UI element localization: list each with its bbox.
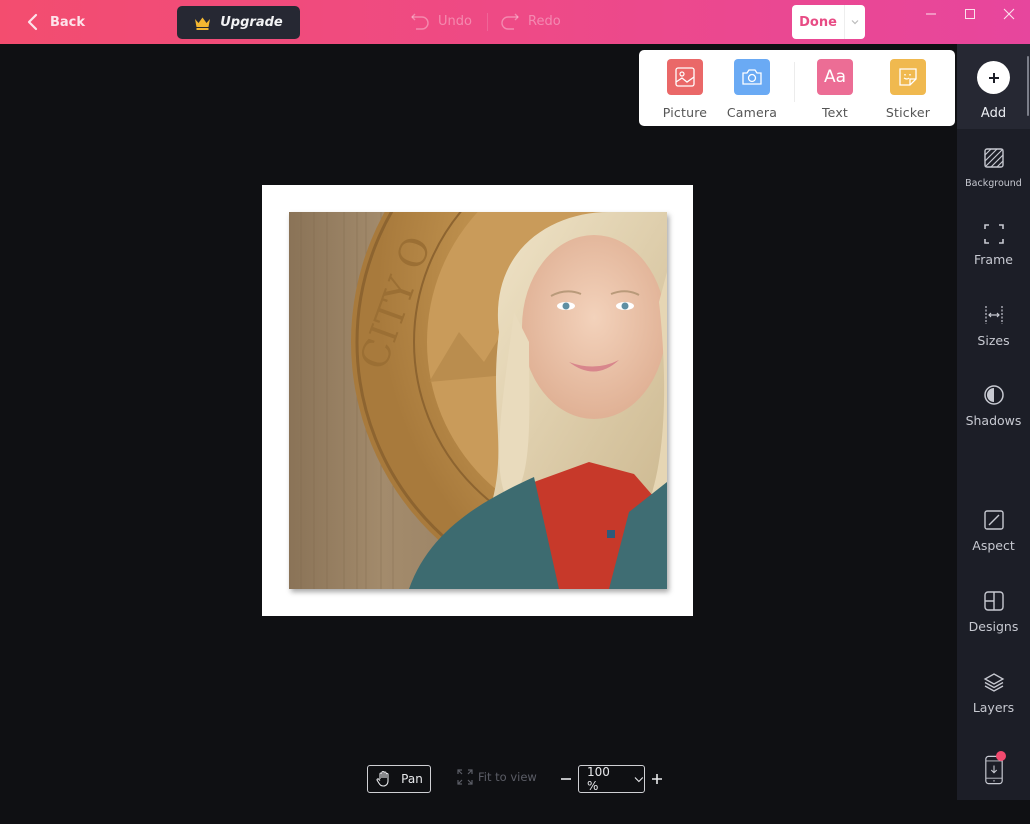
sticker-icon [890, 59, 926, 95]
sizes-label: Sizes [977, 333, 1010, 348]
add-picture-button[interactable]: Picture [650, 59, 720, 120]
divider [487, 13, 488, 31]
zoom-level-select[interactable]: 100 % [578, 765, 645, 793]
sticker-label: Sticker [885, 105, 931, 120]
camera-icon [734, 59, 770, 95]
undo-icon [411, 13, 429, 30]
plus-circle-icon [977, 61, 1010, 94]
close-button[interactable] [998, 6, 1020, 22]
add-camera-button[interactable]: Camera [717, 59, 787, 120]
sizes-icon [985, 306, 1003, 324]
aspect-label: Aspect [972, 538, 1015, 553]
done-dropdown-button[interactable] [844, 5, 865, 39]
sidebar-item-frame[interactable]: Frame [957, 223, 1030, 293]
close-icon [1003, 8, 1015, 20]
chevron-down-icon [634, 776, 644, 782]
zoom-in-button[interactable] [649, 768, 665, 790]
portrait-image: CITY O [289, 212, 667, 589]
frame-label: Frame [974, 252, 1013, 267]
notification-badge [996, 751, 1006, 761]
upgrade-label: Upgrade [220, 15, 283, 30]
redo-label: Redo [528, 13, 561, 29]
redo-button[interactable]: Redo [500, 11, 561, 31]
sidebar-scrollbar[interactable] [1027, 56, 1029, 116]
pan-label: Pan [401, 772, 423, 786]
zoom-level-value: 100 % [587, 765, 610, 793]
sidebar-item-sizes[interactable]: Sizes [957, 304, 1030, 374]
designs-icon [984, 591, 1004, 611]
minimize-button[interactable] [920, 6, 942, 22]
text-icon: Aa [817, 59, 853, 95]
done-split-button: Done [792, 5, 865, 39]
layers-label: Layers [972, 700, 1015, 715]
add-sticker-button[interactable]: Sticker [873, 59, 943, 120]
chevron-left-icon [27, 13, 38, 31]
camera-label: Camera [726, 105, 778, 120]
chevron-down-icon [851, 20, 859, 25]
text-label: Text [821, 105, 849, 120]
background-label: Background [965, 178, 1022, 189]
pan-button[interactable]: Pan [367, 765, 431, 793]
picture-label: Picture [662, 105, 708, 120]
undo-label: Undo [438, 13, 472, 29]
add-popup-menu: Picture Camera Aa Text Sticker [639, 50, 955, 126]
maximize-button[interactable] [959, 6, 981, 22]
shadows-icon [984, 385, 1004, 405]
sidebar-item-shadows[interactable]: Shadows [957, 384, 1030, 454]
popup-divider [794, 62, 795, 102]
redo-icon [501, 13, 519, 30]
crown-icon [195, 17, 211, 30]
sidebar-item-add[interactable]: Add [957, 44, 1030, 129]
add-text-button[interactable]: Aa Text [800, 59, 870, 120]
frame-icon [984, 224, 1004, 244]
text-icon-glyph: Aa [823, 67, 847, 87]
top-bar: Back Upgrade Undo Redo Done [0, 0, 1030, 44]
back-button[interactable]: Back [26, 11, 85, 33]
photo[interactable]: CITY O [289, 212, 667, 589]
zoom-out-button[interactable] [558, 768, 574, 790]
sidebar-item-background[interactable]: Background [957, 147, 1030, 217]
right-sidebar: Add Background Frame Sizes Shadows Aspec… [957, 44, 1030, 800]
minimize-icon [926, 13, 936, 15]
picture-icon [667, 59, 703, 95]
sidebar-item-designs[interactable]: Designs [957, 590, 1030, 660]
undo-button[interactable]: Undo [410, 11, 472, 31]
hand-icon [376, 770, 389, 787]
done-button[interactable]: Done [792, 5, 844, 39]
fit-to-view-icon [457, 769, 473, 785]
fit-to-view-button[interactable]: Fit to view [457, 769, 537, 785]
layers-icon [983, 673, 1005, 692]
sidebar-item-layers[interactable]: Layers [957, 671, 1030, 741]
background-icon [984, 148, 1004, 168]
minus-icon [561, 778, 571, 780]
maximize-icon [965, 9, 975, 19]
back-label: Back [50, 14, 86, 30]
designs-label: Designs [968, 619, 1019, 634]
fit-to-view-label: Fit to view [478, 770, 537, 784]
sidebar-item-aspect[interactable]: Aspect [957, 509, 1030, 579]
shadows-label: Shadows [965, 413, 1022, 428]
upgrade-button[interactable]: Upgrade [177, 6, 300, 39]
sidebar-item-phone-download[interactable] [957, 751, 1030, 824]
aspect-icon [984, 510, 1004, 530]
add-label: Add [980, 106, 1007, 121]
plus-icon [652, 774, 662, 784]
